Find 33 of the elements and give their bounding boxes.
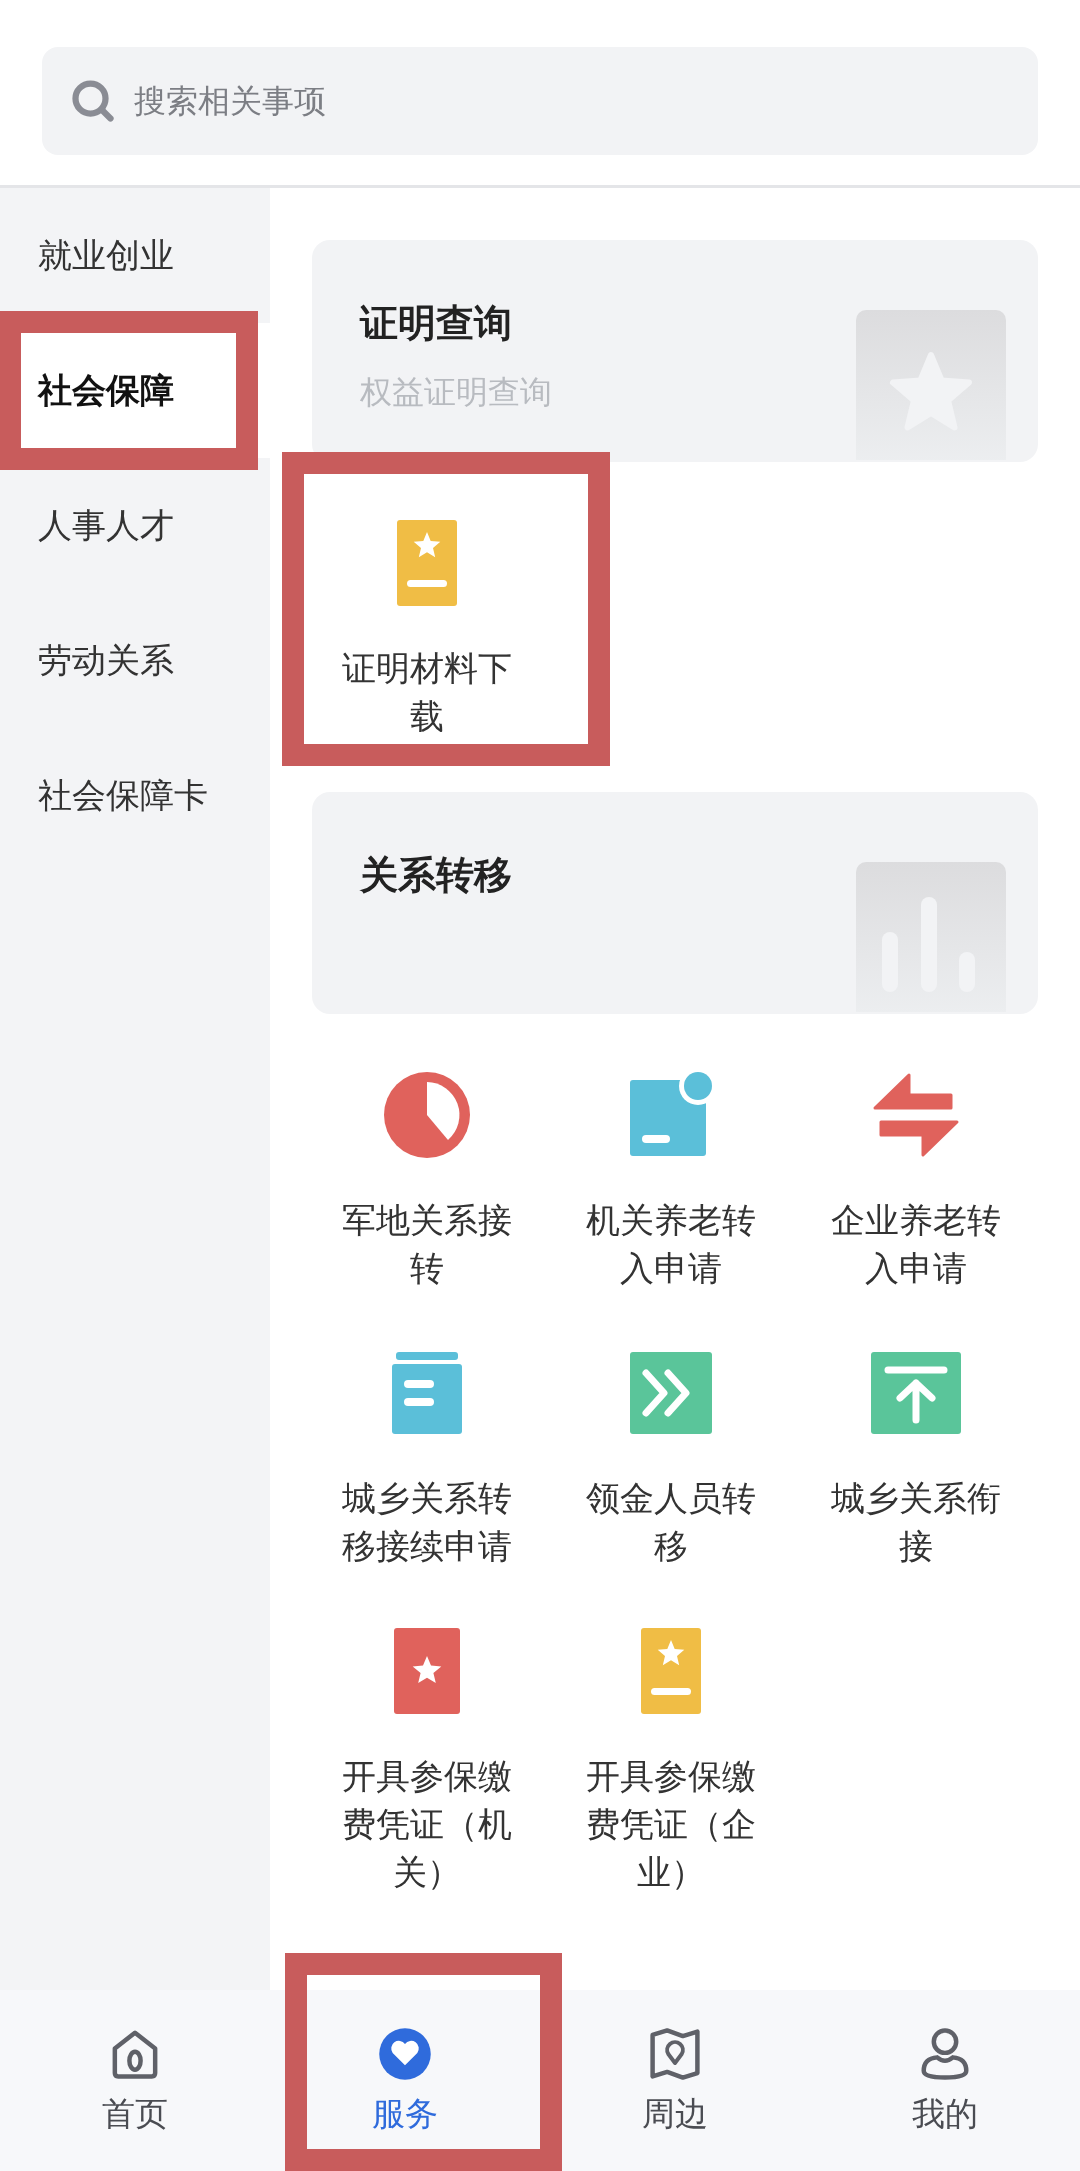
service-label: 开具参保缴费凭证（企业）	[585, 1755, 758, 1894]
service-tile[interactable]: 军地关系接转	[305, 1034, 550, 1312]
sidebar-item[interactable]: 社会保障卡	[0, 728, 270, 863]
category-card[interactable]: 证明查询 权益证明查询	[312, 240, 1038, 462]
service-tile[interactable]: 城乡关系转移接续申请	[305, 1312, 550, 1590]
sidebar-item[interactable]: 就业创业	[0, 188, 270, 323]
service-tile[interactable]: 城乡关系衔接	[793, 1312, 1038, 1590]
sidebar-item[interactable]: 劳动关系	[0, 593, 270, 728]
service-tile[interactable]: 证明材料下载	[305, 482, 550, 760]
service-tile[interactable]: 机关养老转入申请	[549, 1034, 794, 1312]
tab-bar-item[interactable]: 周边	[540, 1990, 810, 2171]
tab-bar-item[interactable]: 服务	[270, 1990, 540, 2171]
category-card[interactable]: 关系转移	[312, 792, 1038, 1014]
sidebar-item[interactable]: 人事人才	[0, 458, 270, 593]
service-label: 城乡关系转移接续申请	[341, 1477, 514, 1568]
tab-bar-item[interactable]: 首页	[0, 1990, 270, 2171]
service-tile[interactable]: 开具参保缴费凭证（机关）	[305, 1590, 550, 1916]
category-subtitle: 权益证明查询	[360, 372, 552, 413]
service-label: 城乡关系衔接	[829, 1477, 1002, 1568]
service-label: 证明材料下载	[341, 647, 514, 738]
service-tile[interactable]: 企业养老转入申请	[793, 1034, 1038, 1312]
service-label: 机关养老转入申请	[585, 1199, 758, 1290]
service-label: 领金人员转移	[585, 1477, 758, 1568]
service-label: 军地关系接转	[341, 1199, 514, 1290]
service-label: 开具参保缴费凭证（机关）	[341, 1755, 514, 1894]
service-tile[interactable]: 领金人员转移	[549, 1312, 794, 1590]
map-icon	[647, 2026, 703, 2082]
category-title: 证明查询	[360, 300, 513, 347]
search-field[interactable]: 搜索相关事项	[42, 47, 1038, 155]
tab-bar-item[interactable]: 我的	[810, 1990, 1080, 2171]
category-title: 关系转移	[360, 852, 512, 899]
service-label: 企业养老转入申请	[829, 1199, 1002, 1290]
service-tile[interactable]: 开具参保缴费凭证（企业）	[549, 1590, 794, 1916]
